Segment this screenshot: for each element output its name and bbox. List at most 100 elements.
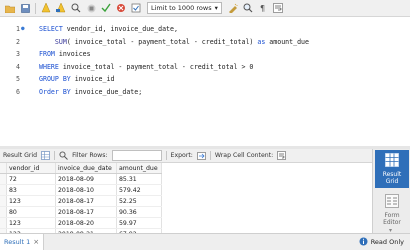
result-table: vendor_id invoice_due_date amount_due 72… xyxy=(0,163,162,233)
toolbar-separator xyxy=(35,2,36,14)
code-line[interactable]: 2 SUM( invoice_total - payment_total - c… xyxy=(0,36,410,48)
export-icon[interactable] xyxy=(197,151,206,160)
sql-editor[interactable]: 1 ● SELECT vendor_id, invoice_due_date, 2 S… xyxy=(0,17,410,146)
line-number: 6 xyxy=(16,87,20,96)
table-row[interactable]: 123 2018-08-17 52.25 xyxy=(0,195,162,207)
execute-current-icon[interactable] xyxy=(55,2,67,14)
result-grid-view-label-2: Grid xyxy=(385,178,399,185)
table-cell[interactable]: 80 xyxy=(6,206,56,218)
wrap-cell-content-label: Wrap Cell Content: xyxy=(214,152,274,159)
result-grid-view-button[interactable]: Result Grid xyxy=(375,150,409,188)
limit-rows-select[interactable]: Limit to 1000 rows ▾ xyxy=(147,2,222,14)
table-row[interactable]: 123 2018-08-20 59.97 xyxy=(0,217,162,229)
code-text: FROM invoices xyxy=(39,48,91,60)
sql-text: invoice_due_date; xyxy=(70,87,143,96)
form-editor-view-button[interactable]: Form Editor xyxy=(375,191,409,229)
code-line[interactable]: 5 GROUP BY invoice_id xyxy=(0,73,410,85)
result-tab[interactable]: Result 1 × xyxy=(0,234,45,250)
column-header[interactable]: invoice_due_date xyxy=(55,163,117,174)
table-cell[interactable]: 72 xyxy=(6,173,56,185)
toggle-autocommit-icon[interactable] xyxy=(130,2,142,14)
explain-icon[interactable] xyxy=(70,2,82,14)
sql-keyword: GROUP BY xyxy=(39,75,71,83)
read-only-label: Read Only xyxy=(370,238,404,246)
filter-rows-label: Filter Rows: xyxy=(72,152,108,159)
invisible-characters-icon[interactable]: ¶ xyxy=(257,2,269,14)
table-cell[interactable]: 90.36 xyxy=(116,206,162,218)
table-cell[interactable]: 2018-08-09 xyxy=(55,173,117,185)
code-text: GROUP BY invoice_id xyxy=(39,73,114,85)
commit-icon[interactable] xyxy=(100,2,112,14)
sql-function: SUM xyxy=(54,37,67,46)
execute-icon[interactable] xyxy=(40,2,52,14)
table-cell[interactable]: 85.31 xyxy=(116,173,162,185)
code-line[interactable]: 4 WHERE invoice_total - payment_total - c… xyxy=(0,61,410,73)
sql-text: invoice_total - payment_total - credit_t… xyxy=(58,62,254,71)
toolbar-separator xyxy=(165,151,167,160)
wrap-lines-icon[interactable] xyxy=(272,2,284,14)
table-cell[interactable]: 2018-08-20 xyxy=(55,217,117,229)
sql-keyword: WHERE xyxy=(39,62,59,71)
table-cell[interactable]: 579.42 xyxy=(116,184,162,196)
code-line[interactable]: 6 Order BY invoice_due_date; xyxy=(0,86,410,98)
filter-rows-icon xyxy=(59,151,68,160)
code-line[interactable]: 1 ● SELECT vendor_id, invoice_due_date, xyxy=(0,23,410,35)
line-number: 1 xyxy=(16,25,20,33)
limit-rows-label: Limit to 1000 rows xyxy=(151,4,212,12)
sql-keyword: SELECT xyxy=(39,25,63,33)
code-text: Order BY invoice_due_date; xyxy=(39,86,142,98)
table-cell[interactable]: 59.97 xyxy=(116,217,162,229)
svg-text:¶: ¶ xyxy=(260,4,265,13)
result-toolbar: Result Grid Filter Rows: Export: Wrap Ce… xyxy=(0,149,372,163)
code-text: WHERE invoice_total - payment_total - cr… xyxy=(39,61,253,73)
line-number: 4 xyxy=(16,62,20,71)
table-cell[interactable]: 52.25 xyxy=(116,195,162,207)
table-row[interactable]: 80 2018-08-17 90.36 xyxy=(0,206,162,218)
save-icon[interactable] xyxy=(19,2,31,14)
code-line[interactable]: 3 FROM invoices xyxy=(0,48,410,60)
result-grid-view-label-1: Result xyxy=(382,171,402,178)
table-cell[interactable]: 123 xyxy=(6,217,56,229)
stop-icon[interactable] xyxy=(85,2,97,14)
sql-keyword: FROM xyxy=(39,50,55,58)
table-cell[interactable]: 2018-08-17 xyxy=(55,206,117,218)
form-editor-view-label-1: Form xyxy=(384,212,400,219)
sql-text: invoice_id xyxy=(70,75,115,83)
form-editor-icon xyxy=(385,194,399,210)
export-label: Export: xyxy=(170,152,193,159)
statement-marker-icon: ● xyxy=(21,25,25,32)
wrap-cell-icon[interactable] xyxy=(277,151,287,160)
result-grid[interactable]: vendor_id invoice_due_date amount_due 72… xyxy=(0,163,372,233)
close-icon[interactable]: × xyxy=(33,238,39,246)
code-text: SELECT vendor_id, invoice_due_date, xyxy=(39,23,178,35)
result-grid-label: Result Grid xyxy=(3,152,38,159)
toolbar-separator xyxy=(54,151,56,160)
sql-text: invoices xyxy=(54,50,91,58)
code-text: SUM( invoice_total - payment_total - cre… xyxy=(39,36,309,48)
toolbar-separator xyxy=(209,151,211,160)
rollback-icon[interactable] xyxy=(115,2,127,14)
read-only-indicator: Read Only xyxy=(359,234,404,250)
table-cell[interactable]: 2018-08-10 xyxy=(55,184,117,196)
sql-text: amount_due xyxy=(265,37,309,46)
line-number: 2 xyxy=(16,37,20,46)
sql-keyword: Order BY xyxy=(39,87,71,96)
table-row[interactable]: 83 2018-08-10 579.42 xyxy=(0,184,162,196)
column-header[interactable]: amount_due xyxy=(116,163,162,174)
table-cell[interactable]: 2018-08-17 xyxy=(55,195,117,207)
column-header[interactable]: vendor_id xyxy=(6,163,56,174)
chevron-down-icon: ▾ xyxy=(214,4,218,12)
table-cell[interactable]: 83 xyxy=(6,184,56,196)
grid-view-icon xyxy=(385,153,399,169)
open-file-icon[interactable] xyxy=(4,2,16,14)
grid-layout-icon[interactable] xyxy=(41,151,50,160)
sql-text: ( invoice_total - payment_total - credit… xyxy=(66,37,258,46)
line-number: 3 xyxy=(16,50,20,58)
table-row[interactable]: 72 2018-08-09 85.31 xyxy=(0,173,162,185)
filter-rows-input[interactable] xyxy=(111,150,162,161)
info-icon xyxy=(359,237,368,248)
beautify-icon[interactable] xyxy=(227,2,239,14)
table-cell[interactable]: 123 xyxy=(6,195,56,207)
find-icon[interactable] xyxy=(242,2,254,14)
